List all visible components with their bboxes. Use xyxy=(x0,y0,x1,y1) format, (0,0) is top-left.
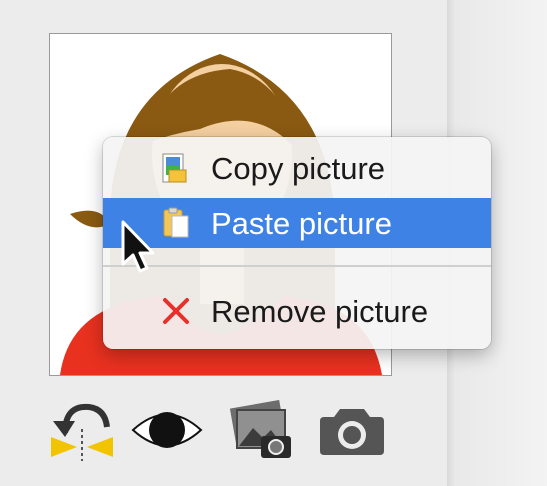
copy-picture-label: Copy picture xyxy=(211,151,386,186)
copy-picture-menu-item[interactable]: Copy picture xyxy=(103,143,491,193)
flip-rotate-icon[interactable] xyxy=(47,393,117,463)
remove-picture-label: Remove picture xyxy=(211,294,429,329)
paste-picture-icon xyxy=(160,207,192,239)
remove-x-icon xyxy=(160,295,192,327)
mouse-cursor-icon xyxy=(121,220,155,273)
context-menu: Copy picture Paste picture Remove pictur… xyxy=(103,137,491,349)
menu-separator xyxy=(103,265,491,267)
paste-picture-label: Paste picture xyxy=(211,206,392,241)
photo-library-icon[interactable] xyxy=(227,399,295,462)
copy-picture-icon xyxy=(160,152,192,184)
paste-picture-menu-item[interactable]: Paste picture xyxy=(103,198,491,248)
eye-icon[interactable] xyxy=(131,405,203,455)
remove-picture-menu-item[interactable]: Remove picture xyxy=(103,286,491,336)
camera-icon[interactable] xyxy=(318,405,386,457)
